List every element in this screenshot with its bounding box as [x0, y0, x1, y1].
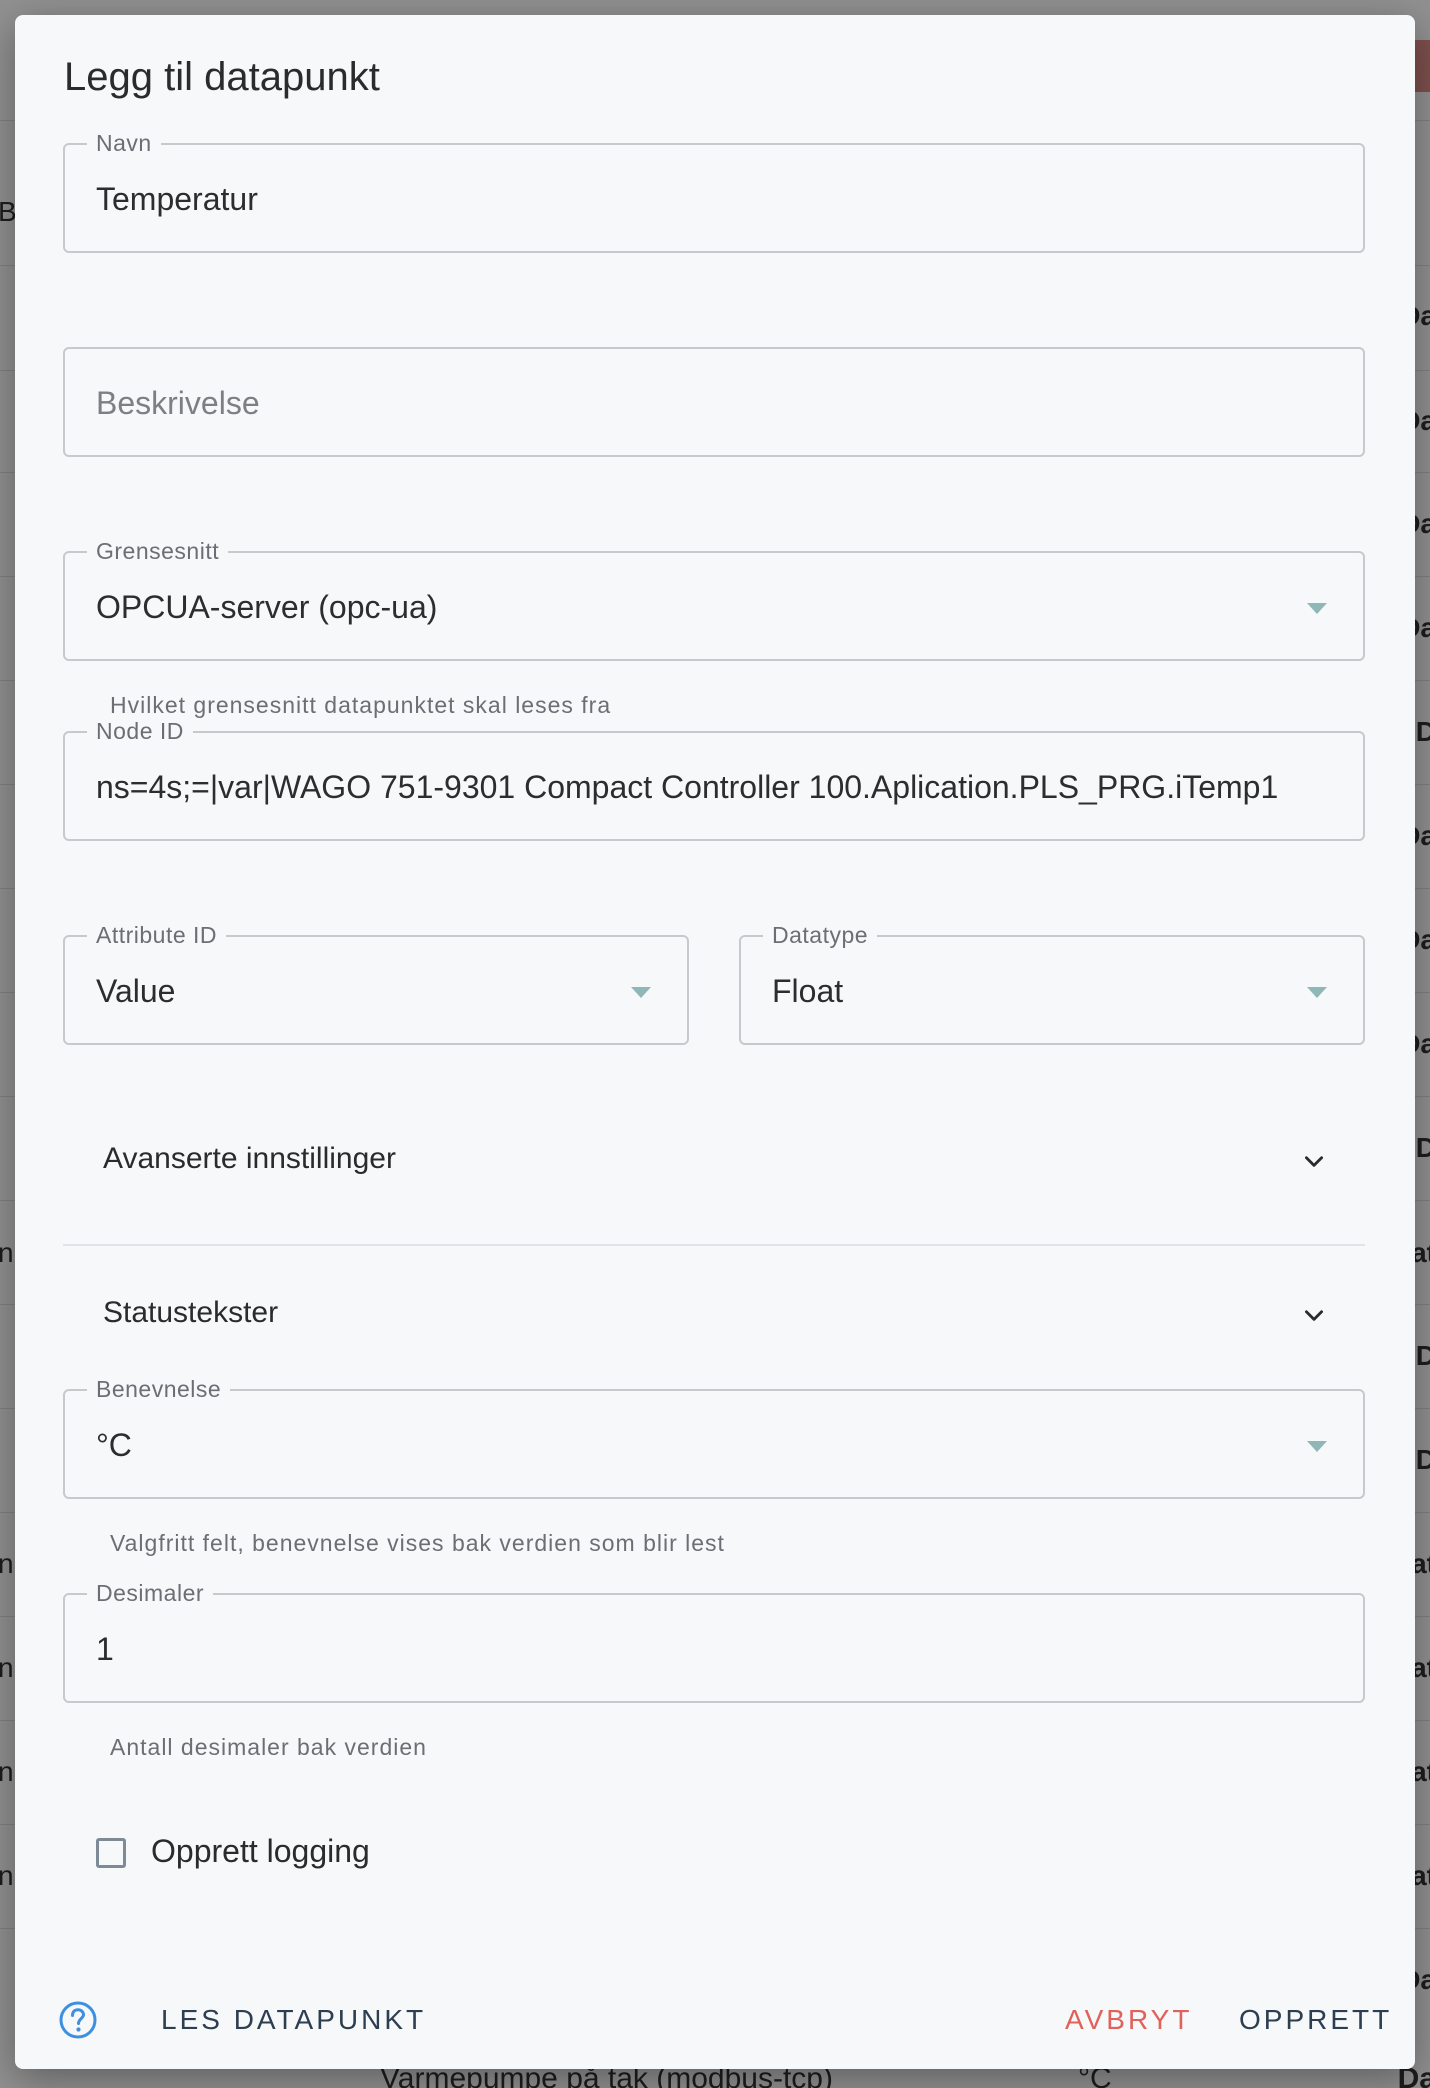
attribute-id-select-label: Attribute ID	[87, 923, 227, 947]
interface-select-label: Grensesnitt	[87, 539, 229, 563]
name-field[interactable]: Navn Temperatur	[63, 131, 1365, 253]
name-field-value[interactable]: Temperatur	[96, 179, 258, 219]
unit-helper-text: Valgfritt felt, benevnelse vises bak ver…	[110, 1530, 725, 1556]
node-id-field-label: Node ID	[87, 719, 193, 743]
node-id-field-value[interactable]: ns=4s;=|var|WAGO 751-9301 Compact Contro…	[96, 767, 1278, 807]
description-field[interactable]: Beskrivelse	[63, 347, 1365, 457]
decimals-field-value[interactable]: 1	[96, 1629, 114, 1669]
create-logging-label[interactable]: Opprett logging	[151, 1833, 370, 1870]
interface-select[interactable]: Grensesnitt OPCUA-server (opc-ua)	[63, 539, 1365, 661]
dialog-title: Legg til datapunkt	[64, 55, 380, 99]
chevron-down-icon[interactable]	[1301, 1148, 1327, 1174]
unit-select[interactable]: Benevnelse °C	[63, 1377, 1365, 1499]
unit-select-value[interactable]: °C	[96, 1425, 132, 1465]
dropdown-arrow-icon[interactable]	[1307, 1441, 1327, 1452]
datatype-select[interactable]: Datatype Float	[739, 923, 1365, 1045]
decimals-helper-text: Antall desimaler bak verdien	[110, 1734, 427, 1760]
datatype-select-label: Datatype	[763, 923, 878, 947]
create-logging-checkbox[interactable]	[96, 1838, 126, 1868]
description-field-placeholder[interactable]: Beskrivelse	[96, 383, 260, 423]
create-button[interactable]: OPPRETT	[1239, 2004, 1392, 2036]
section-divider	[63, 1244, 1365, 1246]
attribute-id-select[interactable]: Attribute ID Value	[63, 923, 689, 1045]
dropdown-arrow-icon[interactable]	[1307, 603, 1327, 614]
decimals-field-label: Desimaler	[87, 1581, 214, 1605]
read-datapoint-button[interactable]: LES DATAPUNKT	[161, 2004, 426, 2036]
chevron-down-icon[interactable]	[1301, 1302, 1327, 1328]
cancel-button[interactable]: AVBRYT	[1065, 2004, 1192, 2036]
dropdown-arrow-icon[interactable]	[1307, 987, 1327, 998]
datatype-select-value[interactable]: Float	[772, 971, 843, 1011]
interface-helper-text: Hvilket grensesnitt datapunktet skal les…	[110, 692, 612, 718]
name-field-label: Navn	[87, 131, 161, 155]
attribute-id-select-value[interactable]: Value	[96, 971, 175, 1011]
node-id-field[interactable]: Node ID ns=4s;=|var|WAGO 751-9301 Compac…	[63, 719, 1365, 841]
status-texts-expander[interactable]: Statustekster	[63, 1276, 1365, 1356]
advanced-settings-expander[interactable]: Avanserte innstillinger	[63, 1122, 1365, 1202]
interface-select-value[interactable]: OPCUA-server (opc-ua)	[96, 587, 437, 627]
dropdown-arrow-icon[interactable]	[631, 987, 651, 998]
add-datapoint-dialog: Legg til datapunkt Navn Temperatur Beskr…	[15, 15, 1415, 2069]
status-texts-label: Statustekster	[103, 1296, 279, 1329]
advanced-settings-label: Avanserte innstillinger	[103, 1142, 396, 1175]
decimals-field[interactable]: Desimaler 1	[63, 1581, 1365, 1703]
help-icon[interactable]	[58, 2000, 98, 2040]
unit-select-label: Benevnelse	[87, 1377, 231, 1401]
